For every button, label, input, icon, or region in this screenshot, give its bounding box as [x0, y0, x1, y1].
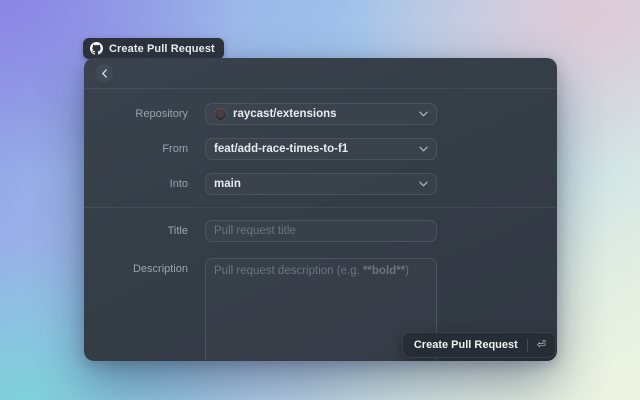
- repository-label: Repository: [84, 108, 188, 120]
- hotkey-badge: Create Pull Request: [83, 38, 224, 59]
- repository-dropdown[interactable]: raycast/extensions: [205, 103, 437, 125]
- from-branch-value: feat/add-race-times-to-f1: [214, 143, 348, 155]
- repository-field-row: Repository raycast/extensions: [84, 103, 557, 125]
- hotkey-badge-label: Create Pull Request: [109, 43, 215, 55]
- repository-avatar-icon: [214, 108, 227, 121]
- create-pull-request-window: Repository raycast/extensions From feat/…: [84, 58, 557, 361]
- from-branch-dropdown[interactable]: feat/add-race-times-to-f1: [205, 138, 437, 160]
- chevron-left-icon: [101, 69, 108, 78]
- github-icon: [90, 42, 103, 55]
- chevron-down-icon: [419, 181, 428, 187]
- desktop-background: Create Pull Request Repository raycast/e…: [0, 0, 640, 400]
- from-field-row: From feat/add-race-times-to-f1: [84, 138, 557, 160]
- title-field-row: Title: [84, 220, 557, 242]
- into-label: Into: [84, 178, 188, 190]
- description-placeholder-suffix: ): [405, 265, 409, 277]
- chevron-down-icon: [419, 146, 428, 152]
- window-header: [84, 58, 557, 89]
- into-branch-dropdown[interactable]: main: [205, 173, 437, 195]
- description-label: Description: [84, 258, 188, 275]
- title-input[interactable]: [205, 220, 437, 242]
- into-branch-value: main: [214, 178, 241, 190]
- from-label: From: [84, 143, 188, 155]
- description-placeholder-bold: **bold**: [363, 265, 405, 277]
- form-section-divider: [84, 207, 557, 208]
- back-button[interactable]: [95, 64, 113, 82]
- create-pull-request-button-label: Create Pull Request: [414, 339, 518, 351]
- enter-key-icon: ⏎: [537, 340, 546, 351]
- button-separator: [527, 339, 528, 352]
- chevron-down-icon: [419, 111, 428, 117]
- into-field-row: Into main: [84, 173, 557, 195]
- create-pull-request-button[interactable]: Create Pull Request ⏎: [402, 332, 556, 358]
- description-placeholder: Pull request description (e.g.: [214, 265, 363, 277]
- title-label: Title: [84, 225, 188, 237]
- repository-value: raycast/extensions: [233, 108, 337, 120]
